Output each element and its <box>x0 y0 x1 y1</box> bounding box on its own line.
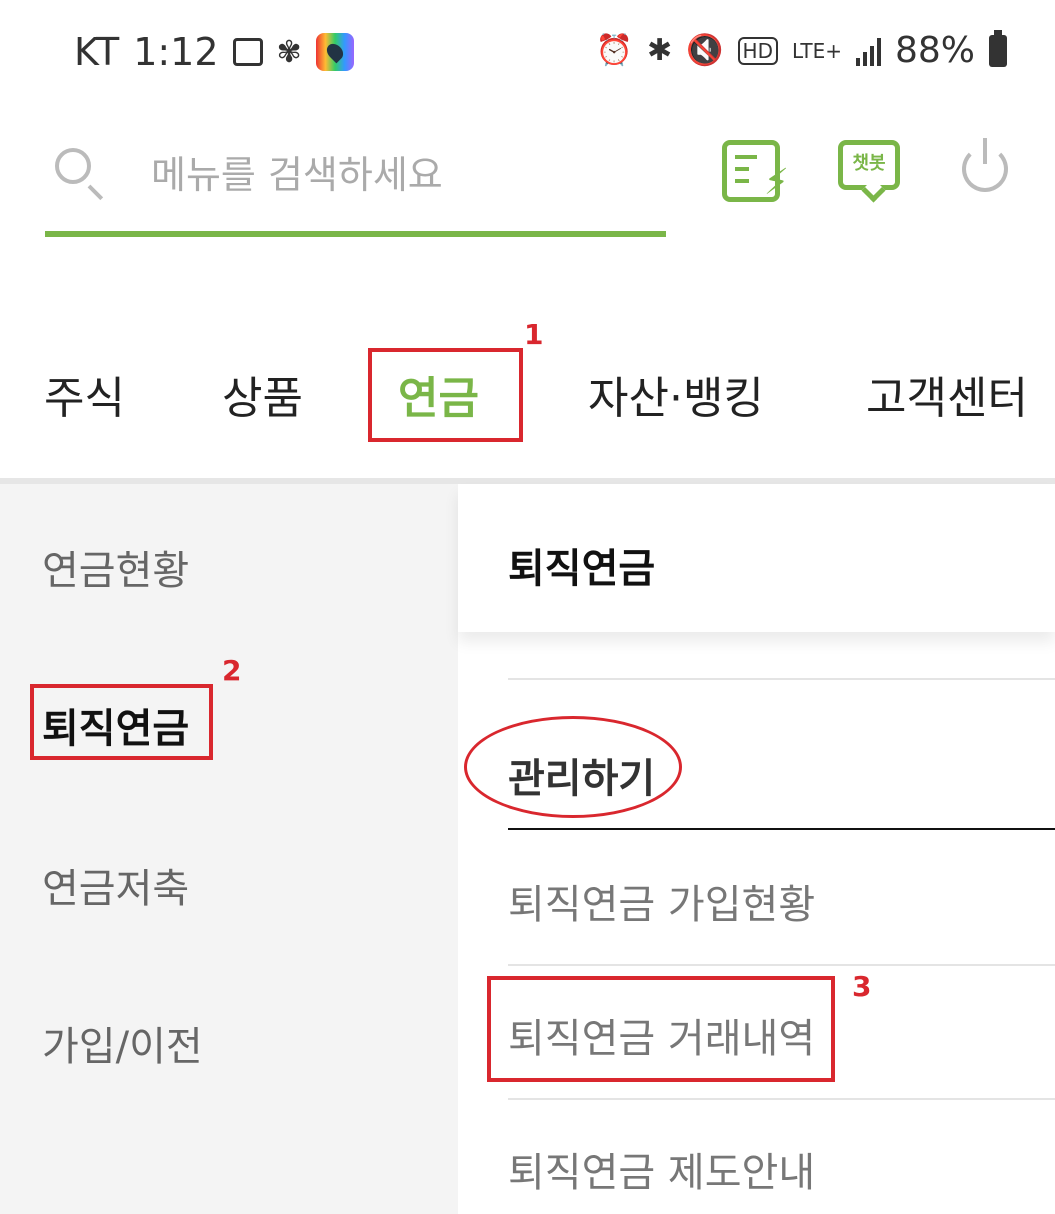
lte-icon: LTE+ <box>791 38 842 63</box>
search-underline <box>45 231 666 237</box>
battery-icon <box>989 29 1007 67</box>
menu-item-enrollment-status[interactable]: 퇴직연금 가입현황 <box>508 872 815 930</box>
power-icon[interactable] <box>962 138 1008 192</box>
carrier-label: KT <box>74 30 120 74</box>
alarm-icon: ⏰ <box>595 33 634 68</box>
chatbot-button[interactable]: 챗봇 <box>838 140 900 190</box>
panel-header: 퇴직연금 <box>458 484 1055 632</box>
submenu-panel: 퇴직연금 관리하기 퇴직연금 가입현황 퇴직연금 거래내역 퇴직연금 제도안내 <box>458 484 1055 1214</box>
search-input[interactable] <box>149 144 653 206</box>
main-tabs: 주식 상품 연금 자산·뱅킹 고객센터 <box>0 340 1055 450</box>
map-app-icon <box>315 33 354 71</box>
search-bar <box>45 128 666 240</box>
divider <box>508 964 1055 966</box>
sidebar-item-pension-status[interactable]: 연금현황 <box>42 538 189 596</box>
annotation-box-1 <box>368 348 523 442</box>
annotation-number-1: 1 <box>524 318 544 351</box>
panel-title: 퇴직연금 <box>508 546 656 592</box>
menu-item-plan-guide[interactable]: 퇴직연금 제도안내 <box>508 1140 815 1198</box>
status-right: ⏰ ✱ 🔇 HD LTE+ 88% <box>595 29 1007 71</box>
signal-icon <box>855 36 881 66</box>
tab-assets-banking[interactable]: 자산·뱅킹 <box>588 362 764 426</box>
status-left: KT 1:12 ✾ <box>74 30 354 74</box>
divider <box>508 678 1055 680</box>
bluetooth-icon: ✱ <box>647 33 673 68</box>
sidebar-item-join-transfer[interactable]: 가입/이전 <box>42 1014 203 1072</box>
tab-customer-center[interactable]: 고객센터 <box>866 362 1028 426</box>
divider <box>508 1098 1055 1100</box>
sidebar: 연금현황 퇴직연금 연금저축 가입/이전 <box>0 484 458 1214</box>
battery-percent: 88% <box>894 30 975 71</box>
hd-icon: HD <box>737 36 778 65</box>
photo-icon <box>232 38 263 66</box>
search-icon[interactable] <box>55 148 91 184</box>
annotation-ellipse <box>464 716 682 818</box>
tab-stocks[interactable]: 주식 <box>44 362 125 426</box>
section-divider <box>508 828 1055 830</box>
sidebar-item-pension-savings[interactable]: 연금저축 <box>42 856 189 914</box>
clock: 1:12 <box>133 30 219 74</box>
network-share-icon: ✾ <box>276 34 302 70</box>
annotation-box-2 <box>30 684 213 760</box>
annotation-box-3 <box>487 976 835 1082</box>
status-bar: KT 1:12 ✾ ⏰ ✱ 🔇 HD LTE+ 88% <box>0 0 1055 110</box>
annotation-number-2: 2 <box>222 654 242 687</box>
bolt-icon: ⚡ <box>763 162 789 203</box>
mute-icon: 🔇 <box>686 33 724 68</box>
annotation-number-3: 3 <box>852 970 872 1003</box>
quick-menu-button[interactable]: ⚡ <box>722 140 789 202</box>
tab-products[interactable]: 상품 <box>222 362 303 426</box>
